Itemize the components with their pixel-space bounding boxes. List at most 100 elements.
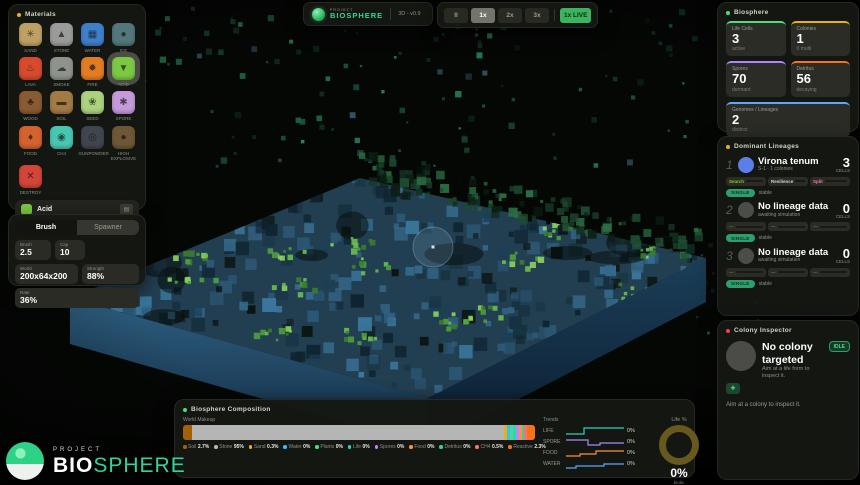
material-high-explosive-button[interactable]: ● HIGH EXPLOSIVE — [108, 126, 139, 161]
material-sand-button[interactable]: ✳ SAND — [15, 23, 46, 53]
speed-button[interactable]: 3x — [525, 8, 549, 23]
lineages-panel-title: Dominant Lineages — [734, 143, 799, 150]
legend-dot-icon — [439, 445, 443, 449]
lineage-stat-label: — — [729, 224, 734, 229]
legend-item: Life 0% — [348, 444, 370, 450]
material-stone-button[interactable]: ▲ STONE — [46, 23, 77, 53]
trend-row: WATER 0% — [543, 458, 651, 469]
material-seed-button[interactable]: ❀ SEED — [77, 91, 108, 121]
material-water-button[interactable]: ▦ WATER — [77, 23, 108, 53]
lineage-stat-label: — — [729, 270, 734, 275]
material-label: SOIL — [56, 116, 66, 121]
trend-row: LIFE 0% — [543, 425, 651, 436]
material-label: ACID — [118, 82, 129, 87]
stat-card: Detritus 56 decaying — [791, 61, 851, 96]
legend-value: 95% — [234, 444, 244, 450]
tool-field: Rate 36% — [15, 288, 139, 308]
gas-icon: ◉ — [57, 132, 66, 143]
lineage-stat: — — [768, 268, 808, 277]
material-soil-button[interactable]: ▬ SOIL — [46, 91, 77, 121]
legend-dot-icon — [348, 445, 352, 449]
material-label: FIRE — [87, 82, 97, 87]
legend-value: 0% — [397, 444, 404, 450]
lineage-entry[interactable]: 2 No lineage data awaiting simulation 0 … — [718, 199, 858, 245]
legend-label: Sand — [254, 444, 266, 450]
material-gunpowder-button[interactable]: ◎ GUNPOWDER — [77, 126, 108, 161]
stat-card-sub: decaying — [797, 87, 845, 93]
selected-material-name: Acid — [37, 206, 52, 213]
speed-button[interactable]: 1x — [471, 8, 495, 23]
lineages-header-dot-icon — [726, 145, 730, 149]
lineage-entry[interactable]: 3 No lineage data awaiting simulation 0 … — [718, 244, 858, 290]
trend-value: 0% — [627, 450, 635, 456]
stat-card-value: 70 — [732, 72, 780, 86]
material-label: LAVA — [25, 82, 36, 87]
life-donut-section: Life % 0% biotic — [659, 416, 699, 485]
legend-label: Detritus — [444, 444, 461, 450]
inspector-status-icon: ✚ — [726, 383, 740, 394]
material-label: GUNPOWDER — [79, 151, 107, 156]
legend-item: Detritus 0% — [439, 444, 470, 450]
version-label: 3D - v0.9 — [398, 11, 420, 17]
material-label: ICE — [120, 48, 128, 53]
sand-icon: ✳ — [26, 29, 34, 40]
legend-value: 0% — [303, 444, 310, 450]
speed-button[interactable]: 2x — [498, 8, 522, 23]
live-speed-button[interactable]: 1x LIVE — [560, 8, 591, 23]
biosphere-stats-panel: Biosphere Life Cells 3 active Colonies 1… — [717, 2, 859, 132]
lineage-stat-label: Split — [813, 179, 823, 184]
lineage-entry[interactable]: 1 Virona tenum S-1 · 1 colonies 3 CELLS … — [718, 153, 858, 199]
material-ch4-button[interactable]: ◉ CH4 — [46, 126, 77, 161]
legend-dot-icon — [315, 445, 319, 449]
lineage-cells-value: 0 — [836, 202, 850, 215]
material-label: WATER — [85, 48, 101, 53]
tool-fields: Brush 2.5 Cap 10 World 200x64x200 Streng… — [9, 240, 145, 308]
tool-field: Strength 88% — [82, 264, 139, 284]
inspector-avatar — [726, 341, 756, 371]
material-food-button[interactable]: ♦ FOOD — [15, 126, 46, 161]
lineage-stat: Split — [810, 177, 850, 186]
material-fire-button[interactable]: ✹ FIRE — [77, 57, 108, 87]
footer-logo: PROJECT BIOSPHERE — [6, 442, 186, 480]
tool-tab[interactable]: Spawner — [77, 220, 139, 235]
brand-name: BIOSPHERE — [330, 12, 383, 20]
stat-card-sub: distinct — [732, 127, 844, 133]
legend-dot-icon — [249, 445, 253, 449]
colony-inspector-panel: Colony Inspector No colony targeted Aim … — [717, 320, 859, 480]
lineage-stats: — — — — [726, 268, 850, 277]
legend-label: Food — [414, 444, 425, 450]
wood-icon: ♣ — [27, 97, 34, 108]
legend-dot-icon — [508, 445, 512, 449]
trend-value: 0% — [627, 461, 635, 467]
tool-field: Brush 2.5 — [15, 240, 51, 260]
trends-section: Trends LIFE 0% SPORE 0% FOOD 0% — [543, 416, 651, 485]
stone-icon: ▲ — [57, 29, 67, 40]
stat-card-value: 56 — [797, 72, 845, 86]
material-smoke-button[interactable]: ☁ SMOKE — [46, 57, 77, 87]
trend-value: 0% — [627, 428, 635, 434]
soil-icon: ▬ — [57, 97, 67, 108]
lineage-badge: SINGLE — [726, 189, 755, 197]
inspector-subtext: Aim at a life form to inspect it. — [762, 366, 823, 379]
legend-dot-icon — [375, 445, 379, 449]
legend-value: 0% — [427, 444, 434, 450]
material-wood-button[interactable]: ♣ WOOD — [15, 91, 46, 121]
lineage-status: stable — [759, 281, 772, 287]
tool-field: Cap 10 — [55, 240, 85, 260]
trend-sparkline — [566, 426, 624, 436]
lineage-stat-label: Resilience — [771, 179, 793, 184]
material-ice-button[interactable]: ● ICE — [108, 23, 139, 53]
lineage-stat: — — [768, 222, 808, 231]
dominant-lineages-panel: Dominant Lineages 1 Virona tenum S-1 · 1… — [717, 136, 859, 316]
lineage-avatar — [738, 157, 754, 173]
pause-button[interactable]: II — [444, 8, 468, 23]
trend-value: 0% — [627, 439, 635, 445]
material-acid-button[interactable]: ▼ ACID — [108, 57, 139, 87]
tool-tab[interactable]: Brush — [15, 220, 77, 235]
legend-label: Soil — [188, 444, 196, 450]
stat-card: Life Cells 3 active — [726, 21, 786, 56]
material-destroy-button[interactable]: ✕ DESTROY — [15, 165, 46, 195]
material-label: HIGH EXPLOSIVE — [110, 151, 138, 161]
material-lava-button[interactable]: ♨ LAVA — [15, 57, 46, 87]
material-spore-button[interactable]: ✱ SPORE — [108, 91, 139, 121]
